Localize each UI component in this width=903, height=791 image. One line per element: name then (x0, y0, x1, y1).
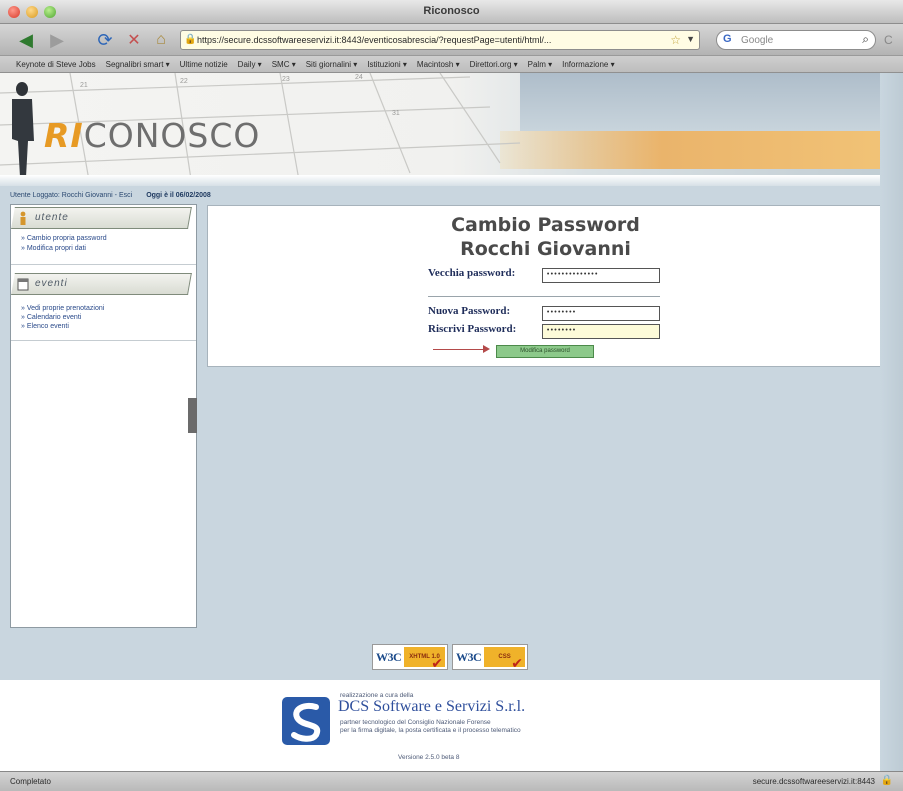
w3c-logo: W3C (376, 649, 402, 664)
svg-text:24: 24 (355, 74, 363, 81)
section-title-eventi: eventi (35, 278, 68, 289)
bookmark-item[interactable]: Siti giornalini ▾ (306, 60, 358, 69)
status-lock-icon[interactable]: 🔒 (881, 775, 893, 786)
bookmark-item[interactable]: Keynote di Steve Jobs (16, 60, 96, 69)
svg-text:31: 31 (392, 110, 400, 117)
arrow-annotation-head (483, 345, 490, 353)
new-password-field[interactable]: •••••••• (542, 306, 660, 321)
home-icon[interactable]: ⌂ (150, 29, 172, 51)
bookmark-item[interactable]: SMC ▾ (272, 60, 296, 69)
status-bar: Completato secure.dcssoftwareeservizi.it… (0, 771, 903, 791)
logo-ri: RI (44, 116, 84, 155)
bookmark-item[interactable]: Daily ▾ (238, 60, 262, 69)
change-password-panel: Cambio Password Rocchi Giovanni Vecchia … (207, 205, 882, 367)
search-icon[interactable]: ⌕ (862, 32, 869, 47)
repeat-password-label: Riscrivi Password: (428, 323, 517, 335)
new-password-label: Nuova Password: (428, 305, 511, 317)
w3c-logo: W3C (456, 649, 482, 664)
logged-user-link[interactable]: Utente Loggato: Rocchi Giovanni - Esci (10, 192, 132, 199)
menu-section-eventi: eventi Vedi proprie prenotazioni Calenda… (11, 271, 196, 341)
user-info-bar: Utente Loggato: Rocchi Giovanni - Esci O… (0, 187, 903, 203)
url-text: https://secure.dcssoftwareeservizi.it:84… (197, 35, 552, 45)
status-host: secure.dcssoftwareeservizi.it:8443 (752, 777, 875, 786)
bookmark-item[interactable]: Segnalibri smart ▾ (106, 60, 170, 69)
status-text: Completato (10, 777, 51, 786)
footer-line1: partner tecnologico del Consiglio Nazion… (340, 719, 491, 726)
link-modifica-dati[interactable]: Modifica propri dati (21, 245, 86, 252)
riconosco-logo: RICONOSCO (44, 116, 260, 155)
frame-scrollbar-thumb[interactable] (188, 398, 197, 433)
bookmark-item[interactable]: Direttori.org ▾ (470, 60, 518, 69)
bookmarks-bar: Keynote di Steve Jobs Segnalibri smart ▾ U… (0, 56, 903, 73)
banner-bottom-band (0, 175, 903, 186)
footer-company[interactable]: DCS Software e Servizi S.r.l. (338, 698, 525, 716)
bookmark-item[interactable]: Ultime notizie (180, 60, 228, 69)
search-placeholder: Google (741, 34, 774, 46)
bookmark-item[interactable]: Istituzioni ▾ (367, 60, 407, 69)
svg-text:22: 22 (180, 78, 188, 85)
bookmark-star-icon[interactable]: ☆ (670, 33, 681, 47)
url-dropdown-icon[interactable]: ▼ (686, 34, 695, 44)
toolbar-overflow-icon[interactable]: C (884, 33, 893, 47)
svg-text:21: 21 (80, 82, 88, 89)
navigation-toolbar: ◀ ▶ ⟳ ✕ ⌂ 🔒 https://secure.dcssoftwarees… (0, 24, 903, 56)
lock-icon: 🔒 (184, 34, 197, 45)
page-title: Cambio Password (451, 214, 640, 236)
address-bar[interactable]: 🔒 https://secure.dcssoftwareeservizi.it:… (180, 30, 700, 50)
link-calendario-eventi[interactable]: Calendario eventi (21, 314, 81, 321)
bookmark-item[interactable]: Macintosh ▾ (417, 60, 460, 69)
reload-icon[interactable]: ⟳ (94, 29, 116, 51)
page-right-edge (880, 73, 903, 771)
check-icon: ✔ (431, 655, 443, 671)
link-elenco-eventi[interactable]: Elenco eventi (21, 323, 69, 330)
stop-icon[interactable]: ✕ (124, 29, 144, 51)
web-page: 21 22 23 31 24 RICONOSCO Utente Loggato: Ro… (0, 73, 903, 771)
form-divider (428, 296, 660, 297)
w3c-xhtml-badge[interactable]: W3C XHTML 1.0 ✔ (372, 644, 448, 671)
old-password-label: Vecchia password: (428, 267, 516, 279)
user-icon (20, 211, 26, 225)
window-title: Riconosco (423, 5, 480, 17)
check-icon: ✔ (511, 655, 523, 671)
footer-version: Versione 2.5.0 beta 8 (398, 754, 460, 761)
window-titlebar: Riconosco (0, 0, 903, 24)
page-footer: realizzazione a cura della DCS Software … (0, 680, 880, 771)
footer-line2: per la firma digitale, la posta certific… (340, 727, 521, 734)
arrow-annotation-line (433, 349, 485, 350)
bookmark-item[interactable]: Informazione ▾ (562, 60, 614, 69)
businessman-figure (8, 82, 38, 181)
link-vedi-prenotazioni[interactable]: Vedi proprie prenotazioni (21, 305, 104, 312)
search-input[interactable]: G Google ⌕ (716, 30, 876, 50)
repeat-password-field[interactable]: •••••••• (542, 324, 660, 339)
dcs-logo-icon (282, 697, 330, 745)
submit-password-button[interactable]: Modifica password (496, 345, 594, 358)
svg-text:23: 23 (282, 76, 290, 83)
google-icon: G (723, 33, 732, 45)
logo-rest: CONOSCO (83, 116, 261, 155)
forward-button[interactable]: ▶ (46, 29, 68, 51)
site-banner: 21 22 23 31 24 RICONOSCO (0, 73, 903, 186)
bookmark-item[interactable]: Palm ▾ (528, 60, 552, 69)
calendar-icon (17, 278, 29, 291)
left-menu: utente Cambio propria password Modifica … (10, 204, 197, 628)
old-password-field[interactable]: •••••••••••••• (542, 268, 660, 283)
w3c-css-badge[interactable]: W3C CSS ✔ (452, 644, 528, 671)
back-button[interactable]: ◀ (14, 29, 38, 51)
menu-section-utente: utente Cambio propria password Modifica … (11, 205, 196, 265)
user-name-title: Rocchi Giovanni (460, 238, 631, 260)
section-title-utente: utente (35, 212, 69, 223)
link-cambio-password[interactable]: Cambio propria password (21, 235, 107, 242)
today-date: Oggi è il 06/02/2008 (146, 191, 211, 199)
